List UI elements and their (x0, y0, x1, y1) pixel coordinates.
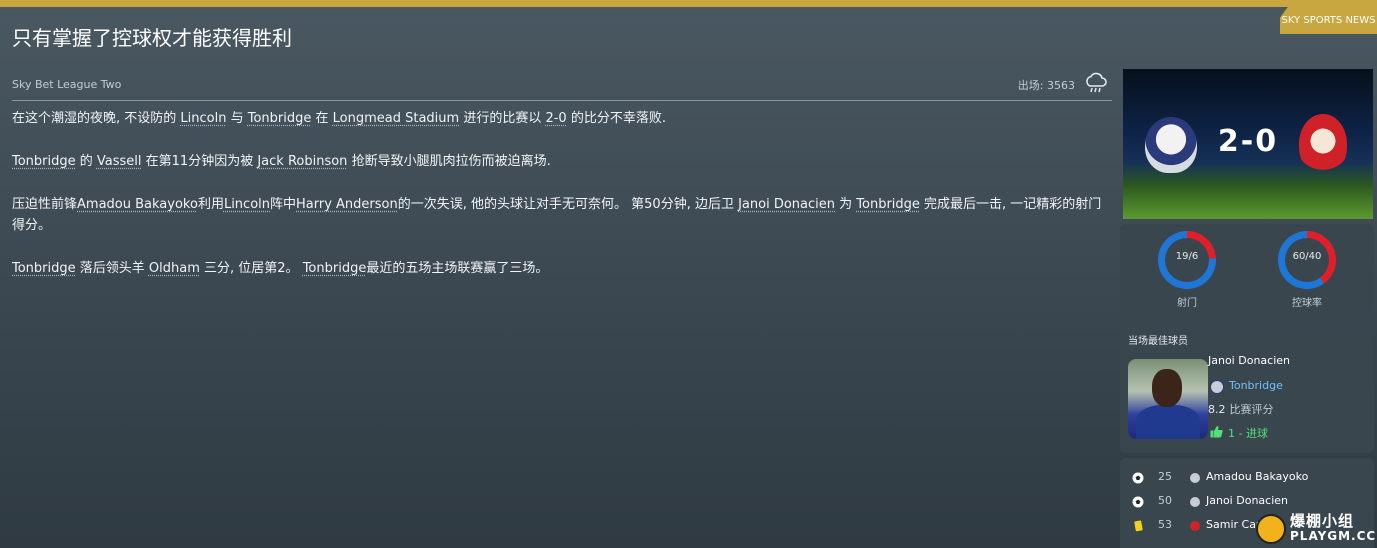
team-link[interactable]: Lincoln (224, 197, 270, 212)
motm-rating: 8.2 比赛评分 (1208, 403, 1274, 416)
possession-value: 60/40 (1292, 251, 1322, 262)
player-link[interactable]: Vassell (97, 154, 142, 169)
report-paragraph: Tonbridge 的 Vassell 在第11分钟因为被 Jack Robin… (12, 154, 551, 169)
score-link[interactable]: 2-0 (545, 111, 566, 126)
player-link[interactable]: Janoi Donacien (738, 197, 835, 212)
thumbs-up-icon (1210, 426, 1223, 438)
player-body-shape (1136, 405, 1200, 439)
player-link[interactable]: Jack Robinson (257, 154, 347, 169)
report-paragraph: 在这个潮湿的夜晚, 不设防的 Lincoln 与 Tonbridge 在 Lon… (12, 111, 666, 126)
football-icon (1132, 472, 1144, 484)
player-photo[interactable] (1128, 359, 1208, 439)
attendance-text: 出场: 3563 (1017, 79, 1075, 92)
match-report: 在这个潮湿的夜晚, 不设防的 Lincoln 与 Tonbridge 在 Lon… (12, 108, 1102, 301)
competition-name[interactable]: Sky Bet League Two (12, 78, 121, 91)
motm-title: 当场最佳球员 (1128, 336, 1188, 347)
player-head-shape (1152, 369, 1182, 407)
motm-club-name[interactable]: Tonbridge (1229, 379, 1283, 392)
shots-value: 19/6 (1175, 251, 1199, 262)
watermark-line1: 爆棚小组 (1290, 512, 1355, 530)
team-link[interactable]: Tonbridge (12, 154, 76, 169)
event-minute: 25 (1158, 470, 1172, 483)
club-badge-icon (1190, 521, 1200, 531)
football-icon (1132, 496, 1144, 508)
motm-goals: 1 - 进球 (1228, 427, 1268, 440)
yellow-card-icon (1134, 520, 1143, 532)
event-minute: 53 (1158, 518, 1172, 531)
report-paragraph: 压迫性前锋Amadou Bakayoko利用Lincoln阵中Harry And… (12, 197, 1102, 233)
man-of-the-match-card: 当场最佳球员 Janoi Donacien Tonbridge 8.2 比赛评分 … (1120, 323, 1374, 453)
player-link[interactable]: Amadou Bakayoko (77, 197, 198, 212)
event-player[interactable]: Amadou Bakayoko (1206, 470, 1308, 483)
event-row[interactable]: 50 Janoi Donacien (1120, 492, 1374, 512)
watermark-logo: 爆棚小组 PLAYGM.CC (1256, 510, 1376, 548)
event-player[interactable]: Janoi Donacien (1206, 494, 1288, 507)
watermark-badge-icon (1256, 514, 1286, 544)
team-link[interactable]: Tonbridge (248, 111, 312, 126)
news-headline: 只有掌握了控球权才能获得胜利 (12, 26, 292, 50)
team-link[interactable]: Tonbridge (856, 197, 920, 212)
team-link[interactable]: Oldham (149, 261, 200, 276)
event-minute: 50 (1158, 494, 1172, 507)
motm-player-name[interactable]: Janoi Donacien (1208, 354, 1290, 367)
shots-label: 射门 (1177, 298, 1197, 309)
team-link[interactable]: Tonbridge (303, 261, 367, 276)
lincoln-city-crest-icon (1299, 114, 1347, 174)
report-paragraph: Tonbridge 落后领头羊 Oldham 三分, 位居第2。 Tonbrid… (12, 261, 549, 276)
club-badge-icon (1190, 473, 1200, 483)
team-link[interactable]: Lincoln (180, 111, 226, 126)
possession-label: 控球率 (1292, 298, 1322, 309)
event-row[interactable]: 25 Amadou Bakayoko (1120, 468, 1374, 488)
scoreboard-card[interactable]: 2-0 (1123, 69, 1373, 219)
player-link[interactable]: Harry Anderson (296, 197, 398, 212)
source-label: SKY SPORTS NEWS (1280, 7, 1377, 34)
watermark-line2: PLAYGM.CC (1290, 529, 1377, 543)
match-stats-card: 19/6 射门 60/40 控球率 (1120, 224, 1374, 318)
top-accent-bar (0, 0, 1377, 7)
header-divider (12, 100, 1112, 101)
team-link[interactable]: Tonbridge (12, 261, 76, 276)
club-badge-icon (1210, 380, 1224, 394)
rain-cloud-icon (1086, 72, 1107, 93)
club-badge-icon (1190, 497, 1200, 507)
stadium-link[interactable]: Longmead Stadium (333, 111, 460, 126)
